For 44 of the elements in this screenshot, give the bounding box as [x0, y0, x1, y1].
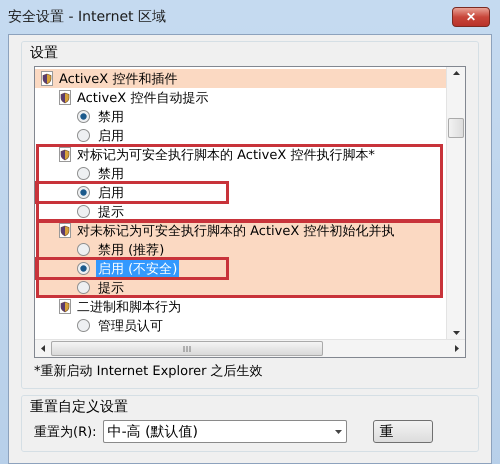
- shield-icon: [59, 90, 71, 105]
- option-label[interactable]: 管理员认可: [96, 316, 165, 334]
- scroll-down-icon[interactable]: [452, 331, 460, 335]
- scroll-up-icon[interactable]: [452, 71, 460, 75]
- scroll-right-icon[interactable]: [455, 345, 459, 352]
- option-label[interactable]: 禁用 (推荐): [96, 240, 166, 258]
- grip-icon: [183, 346, 191, 352]
- group-title: 设置: [30, 44, 59, 62]
- option-label[interactable]: 启用: [96, 126, 126, 144]
- setting-label: 对未标记为可安全执行脚本的 ActiveX 控件初始化并执: [77, 222, 394, 240]
- option-label[interactable]: 禁用: [96, 164, 126, 182]
- window-title: 安全设置 - Internet 区域: [8, 8, 166, 26]
- scroll-thumb[interactable]: [448, 118, 464, 138]
- setting-label: 对标记为可安全执行脚本的 ActiveX 控件执行脚本*: [77, 146, 375, 164]
- vertical-scrollbar[interactable]: [446, 67, 465, 339]
- radio-button[interactable]: [77, 129, 90, 142]
- radio-button[interactable]: [77, 243, 90, 256]
- radio-button[interactable]: [77, 205, 90, 218]
- setting-label: 二进制和脚本行为: [77, 298, 181, 316]
- shield-icon: [59, 223, 71, 238]
- shield-icon: [59, 299, 71, 314]
- option-label[interactable]: 启用: [96, 184, 126, 202]
- horizontal-scrollbar[interactable]: [35, 339, 465, 357]
- option-label[interactable]: 提示: [96, 202, 126, 220]
- radio-button[interactable]: [77, 110, 90, 123]
- radio-button[interactable]: [77, 167, 90, 180]
- setting-label: ActiveX 控件自动提示: [77, 90, 208, 106]
- option-label[interactable]: 提示: [96, 278, 126, 296]
- restart-note: *重新启动 Internet Explorer 之后生效: [34, 363, 264, 380]
- shield-icon: [41, 71, 53, 86]
- reset-label: 重置为(R):: [34, 424, 97, 440]
- reset-button[interactable]: 重: [372, 420, 433, 443]
- dropdown-icon: [334, 430, 342, 434]
- option-label[interactable]: 禁用: [96, 108, 126, 126]
- radio-button[interactable]: [77, 319, 90, 332]
- radio-button[interactable]: [77, 186, 90, 199]
- shield-icon: [59, 147, 71, 162]
- level-dropdown[interactable]: 中-高 (默认值): [102, 420, 347, 443]
- group-title: 重置自定义设置: [30, 398, 129, 416]
- scroll-left-icon[interactable]: [41, 345, 45, 352]
- radio-button[interactable]: [77, 262, 90, 275]
- radio-button[interactable]: [77, 281, 90, 294]
- scroll-thumb[interactable]: [51, 341, 323, 356]
- close-button[interactable]: ✕: [452, 7, 490, 27]
